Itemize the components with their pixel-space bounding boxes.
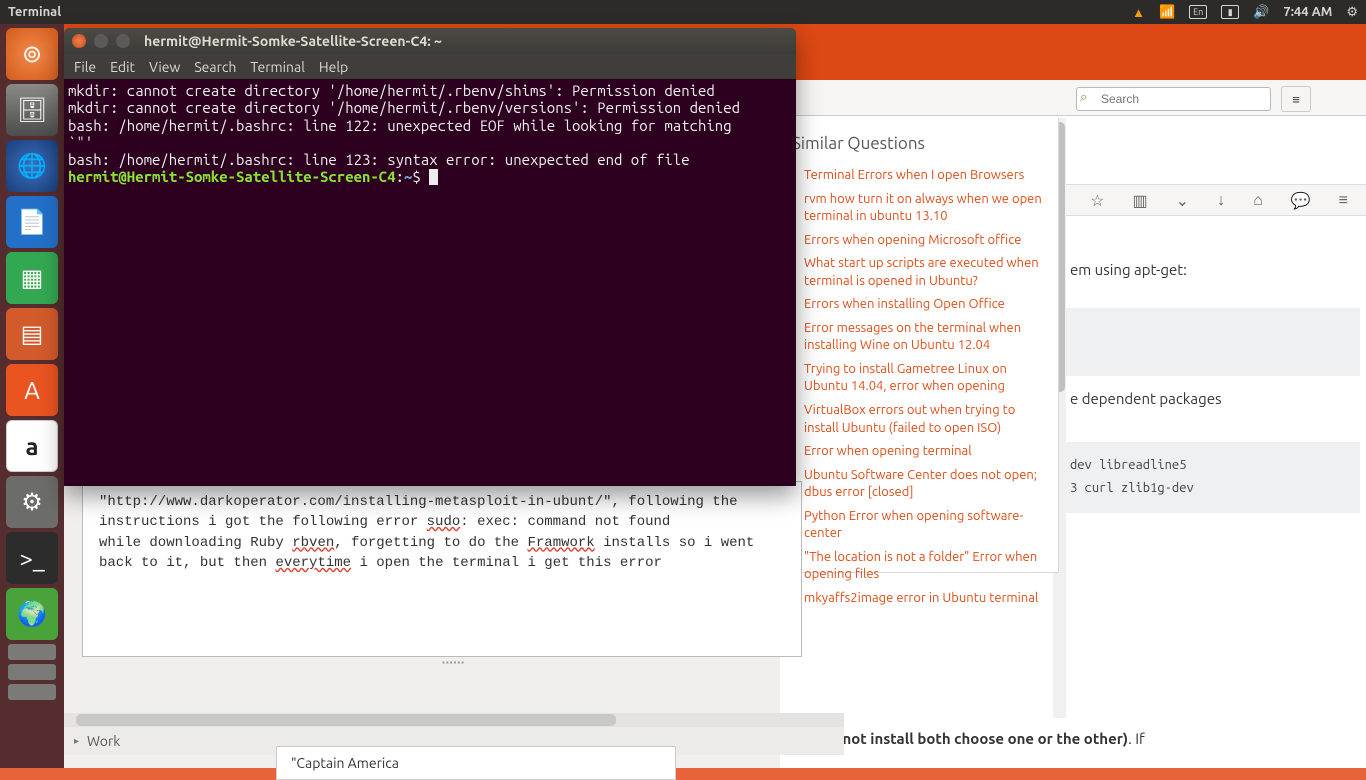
similar-question-link[interactable]: "The location is not a folder" Error whe… <box>804 550 1037 582</box>
menu-terminal[interactable]: Terminal <box>250 59 305 75</box>
network-icon[interactable]: 📶 <box>1159 5 1175 20</box>
pocket-icon[interactable]: ⌄ <box>1176 191 1189 210</box>
similar-question-item: Error when opening terminal <box>792 443 1046 461</box>
similar-question-item: Terminal Errors when I open Browsers <box>792 167 1046 185</box>
similar-question-item: VirtualBox errors out when trying to ins… <box>792 402 1046 437</box>
terminal-title-text: hermit@Hermit-Somke-Satellite-Screen-C4:… <box>144 33 442 49</box>
search-icon: ⌕ <box>1080 90 1087 105</box>
text-fragment-1: em using apt-get: <box>1070 258 1330 281</box>
similar-questions-list: Terminal Errors when I open Browsers rvm … <box>792 167 1046 607</box>
window-maximize-button[interactable] <box>116 34 130 48</box>
home-icon[interactable]: ⌂ <box>1253 191 1263 210</box>
unity-top-panel: Terminal ▲ 📶 En ▮ 🔊 7:44 AM ⚙ <box>0 0 1366 24</box>
session-gear-icon[interactable]: ⚙ <box>1346 5 1358 20</box>
similar-question-item: Error messages on the terminal when inst… <box>792 320 1046 355</box>
launcher-writer[interactable]: 📄 <box>6 196 58 248</box>
similar-question-item: rvm how turn it on always when we open t… <box>792 191 1046 226</box>
window-close-button[interactable] <box>72 34 86 48</box>
launcher-browser-alt[interactable]: 🌍 <box>6 588 58 640</box>
similar-question-item: Errors when opening Microsoft office <box>792 232 1046 250</box>
terminal-menubar: File Edit View Search Terminal Help <box>64 54 796 79</box>
launcher-impress[interactable]: ▤ <box>6 308 58 360</box>
menu-edit[interactable]: Edit <box>110 59 135 75</box>
similar-question-item: mkyaffs2image error in Ubuntu terminal <box>792 590 1046 608</box>
similar-question-link[interactable]: mkyaffs2image error in Ubuntu terminal <box>804 591 1038 605</box>
launcher-running-1[interactable] <box>8 644 56 660</box>
similar-question-link[interactable]: Terminal Errors when I open Browsers <box>804 168 1024 182</box>
libreoffice-writer-window: "http://www.darkoperator.com/installing-… <box>64 480 780 768</box>
similar-question-link[interactable]: Errors when opening Microsoft office <box>804 233 1021 247</box>
chat-icon[interactable]: 💬 <box>1291 191 1311 210</box>
similar-question-item: What start up scripts are executed when … <box>792 255 1046 290</box>
launcher-software[interactable]: A <box>6 364 58 416</box>
battery-icon[interactable]: ▮ <box>1221 5 1239 19</box>
similar-question-link[interactable]: What start up scripts are executed when … <box>804 256 1039 288</box>
launcher-terminal[interactable]: >_ <box>6 532 58 584</box>
launcher-running-2[interactable] <box>8 664 56 680</box>
menu-view[interactable]: View <box>149 59 180 75</box>
downloads-icon[interactable]: ↓ <box>1217 191 1225 210</box>
menu-help[interactable]: Help <box>319 59 348 75</box>
window-minimize-button[interactable] <box>94 34 108 48</box>
similar-questions-panel: Similar Questions Terminal Errors when I… <box>775 118 1059 573</box>
similar-question-link[interactable]: Ubuntu Software Center does not open; db… <box>804 468 1037 500</box>
indicator-area: ▲ 📶 En ▮ 🔊 7:44 AM ⚙ <box>1132 5 1358 20</box>
similar-question-item: Trying to install Gametree Linux on Ubun… <box>792 361 1046 396</box>
launcher-calc[interactable]: ▦ <box>6 252 58 304</box>
similar-question-item: "The location is not a folder" Error whe… <box>792 549 1046 584</box>
sound-icon[interactable]: 🔊 <box>1253 5 1269 20</box>
similar-question-link[interactable]: Trying to install Gametree Linux on Ubun… <box>804 362 1007 394</box>
firefox-menu-icon[interactable]: ≡ <box>1339 191 1348 210</box>
gnome-terminal-window: hermit@Hermit-Somke-Satellite-Screen-C4:… <box>64 28 796 486</box>
similar-question-link[interactable]: Error when opening terminal <box>804 444 972 458</box>
launcher-firefox[interactable]: 🌐 <box>6 140 58 192</box>
vlc-cone-icon[interactable]: ▲ <box>1132 5 1145 20</box>
caption-text-box[interactable]: "Captain America <box>276 746 676 780</box>
launcher-dash[interactable]: ⊚ <box>6 28 58 80</box>
terminal-cursor <box>429 169 438 185</box>
site-switcher-button[interactable]: ≡ <box>1281 86 1311 112</box>
reader-icon[interactable]: ▥ <box>1133 191 1148 210</box>
similar-question-link[interactable]: VirtualBox errors out when trying to ins… <box>804 403 1015 435</box>
terminal-output-area[interactable]: mkdir: cannot create directory '/home/he… <box>64 79 796 189</box>
terminal-titlebar[interactable]: hermit@Hermit-Somke-Satellite-Screen-C4:… <box>64 28 796 54</box>
writer-hscroll-thumb[interactable] <box>76 714 616 726</box>
similar-question-link[interactable]: Python Error when opening software-cente… <box>804 509 1023 541</box>
active-window-title: Terminal <box>8 5 61 19</box>
prompt-user-host: hermit@Hermit-Somke-Satellite-Screen-C4 <box>68 168 396 185</box>
firefox-toolbar-right: ☆ ▥ ⌄ ↓ ⌂ 💬 ≡ <box>1066 184 1366 216</box>
launcher-files[interactable]: 🗄 <box>6 84 58 136</box>
menu-search[interactable]: Search <box>194 59 236 75</box>
site-search-input[interactable] <box>1076 87 1271 111</box>
similar-questions-heading: Similar Questions <box>792 134 1046 153</box>
writer-horizontal-scrollbar[interactable] <box>64 713 844 727</box>
unity-launcher: ⊚ 🗄 🌐 📄 ▦ ▤ A a ⚙ >_ 🌍 <box>0 24 64 768</box>
menu-file[interactable]: File <box>74 59 96 75</box>
launcher-settings[interactable]: ⚙ <box>6 476 58 528</box>
similar-question-link[interactable]: Errors when installing Open Office <box>804 297 1005 311</box>
launcher-running-3[interactable] <box>8 684 56 700</box>
keyboard-layout-indicator[interactable]: En <box>1189 5 1207 19</box>
similar-question-item: Ubuntu Software Center does not open; db… <box>792 467 1046 502</box>
clock[interactable]: 7:44 AM <box>1283 5 1332 19</box>
similar-question-item: Errors when installing Open Office <box>792 296 1046 314</box>
writer-document-area[interactable]: "http://www.darkoperator.com/installing-… <box>82 481 802 657</box>
launcher-amazon[interactable]: a <box>6 420 58 472</box>
similar-question-link[interactable]: rvm how turn it on always when we open t… <box>804 192 1042 224</box>
similar-question-item: Python Error when opening software-cente… <box>792 508 1046 543</box>
bookmark-star-icon[interactable]: ☆ <box>1090 191 1104 210</box>
similar-question-link[interactable]: Error messages on the terminal when inst… <box>804 321 1021 353</box>
panel-resize-handle[interactable]: ▪▪▪▪▪▪ <box>442 658 502 665</box>
